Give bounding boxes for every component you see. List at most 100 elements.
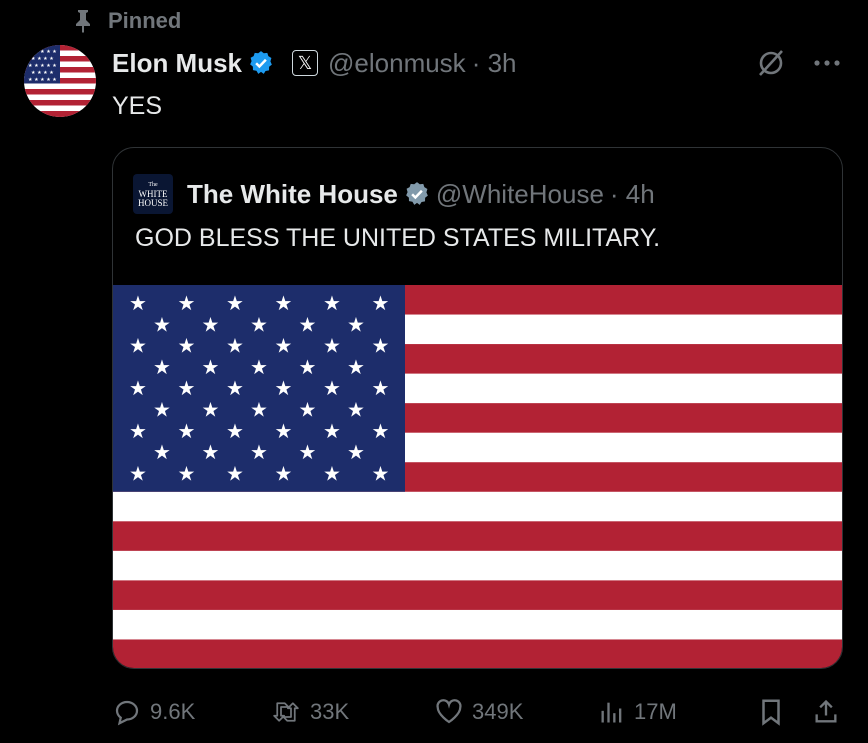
flag-star: ★ (250, 398, 268, 422)
flag-star: ★ (275, 419, 293, 443)
flag-star: ★ (226, 334, 244, 358)
flag-star: ★ (250, 440, 268, 464)
flag-star: ★ (372, 419, 390, 443)
flag-star: ★ (178, 419, 196, 443)
flag-star: ★ (153, 440, 171, 464)
share-button[interactable] (812, 692, 840, 732)
flag-star: ★ (323, 461, 341, 485)
svg-text:★ ★ ★ ★ ★: ★ ★ ★ ★ ★ (28, 49, 57, 55)
flag-star: ★ (275, 376, 293, 400)
x-affiliate-badge-icon[interactable]: 𝕏 (292, 50, 319, 76)
view-count: 17M (634, 699, 677, 724)
quoted-author-handle[interactable]: @WhiteHouse (436, 179, 604, 210)
flag-star: ★ (129, 419, 147, 443)
flag-star: ★ (299, 312, 317, 336)
like-button[interactable]: 349K (434, 692, 523, 732)
flag-star: ★ (323, 334, 341, 358)
flag-star: ★ (129, 334, 147, 358)
quoted-tweet[interactable]: The WHITE HOUSE The White House @WhiteHo… (112, 147, 843, 669)
quoted-tweet-time[interactable]: · 4h (610, 179, 655, 210)
flag-star: ★ (347, 312, 365, 336)
avatar[interactable]: ★ ★ ★ ★ ★ ★ ★ ★ ★ ★ ★ ★ ★ ★ ★ ★ ★ ★ ★ ★ ★ ★… (24, 45, 96, 117)
flag-stripe (113, 609, 842, 640)
flag-star: ★ (129, 291, 147, 315)
logo-line: HOUSE (137, 197, 168, 208)
views-button[interactable]: 17M (598, 692, 677, 732)
bookmark-icon (762, 699, 780, 726)
flag-star: ★ (178, 291, 196, 315)
reply-button[interactable]: 9.6K (112, 692, 195, 732)
flag-star: ★ (299, 398, 317, 422)
verified-badge-icon[interactable] (404, 181, 430, 207)
flag-star: ★ (347, 440, 365, 464)
flag-star: ★ (275, 334, 293, 358)
tweet-top-actions (756, 48, 840, 78)
author-name[interactable]: Elon Musk (112, 48, 242, 79)
pinned-indicator: Pinned (72, 8, 181, 34)
verified-badge-icon[interactable] (248, 50, 274, 76)
flag-star: ★ (129, 376, 147, 400)
flag-star: ★ (299, 440, 317, 464)
flag-star: ★ (372, 291, 390, 315)
flag-stripe (113, 491, 842, 522)
quoted-tweet-header: The WHITE HOUSE The White House @WhiteHo… (133, 174, 655, 214)
share-icon (815, 699, 837, 723)
flag-star: ★ (323, 291, 341, 315)
flag-star: ★ (153, 312, 171, 336)
quoted-tweet-text: GOD BLESS THE UNITED STATES MILITARY. (135, 224, 661, 252)
heart-icon (436, 699, 462, 724)
flag-star: ★ (178, 461, 196, 485)
flag-stripe (113, 639, 842, 668)
flag-star: ★ (250, 312, 268, 336)
avatar-flag-image: ★ ★ ★ ★ ★★ ★ ★ ★ ★ ★ ★ ★ ★★ ★ ★ ★★ ★ ★ ★… (24, 45, 96, 117)
flag-star: ★ (226, 291, 244, 315)
flag-star: ★ (226, 419, 244, 443)
flag-star: ★ (347, 398, 365, 422)
flag-star: ★ (202, 312, 220, 336)
tweet-header: Elon Musk 𝕏 @elonmusk · 3h (112, 44, 517, 82)
action-bar: 9.6K 33K 349K 17M (112, 692, 842, 732)
flag-star: ★ (275, 461, 293, 485)
flag-star: ★ (178, 376, 196, 400)
flag-stripe (113, 580, 842, 611)
flag-stripe (113, 550, 842, 581)
grok-icon[interactable] (756, 48, 786, 78)
quoted-author-name[interactable]: The White House (187, 179, 398, 210)
reply-count: 9.6K (150, 699, 196, 724)
flag-star: ★ (202, 440, 220, 464)
flag-star: ★ (347, 355, 365, 379)
pinned-label: Pinned (108, 8, 182, 33)
pin-icon (76, 10, 90, 33)
flag-star: ★ (202, 398, 220, 422)
flag-star: ★ (226, 461, 244, 485)
reply-icon (115, 700, 139, 726)
flag-star: ★ (178, 334, 196, 358)
american-flag-image: ★ ★ ★ ★ ★ ★★ ★ ★ ★ ★★ ★ ★ ★ ★ ★★ ★ ★ ★ ★★ ★ ★ ★ ★ ★★ ★ ★ ★ ★★ ★ ★ ★ ★ ★★… (113, 285, 842, 668)
flag-star: ★ (372, 376, 390, 400)
flag-star: ★ (226, 376, 244, 400)
flag-star: ★ (153, 355, 171, 379)
flag-star: ★ (202, 355, 220, 379)
tweet-text: YES (112, 92, 163, 120)
flag-star: ★ (299, 355, 317, 379)
bookmark-button[interactable] (758, 692, 784, 732)
repost-button[interactable]: 33K (270, 692, 349, 732)
svg-text:★ ★ ★ ★: ★ ★ ★ ★ (31, 56, 54, 62)
flag-star: ★ (129, 461, 147, 485)
svg-text:★ ★ ★ ★ ★: ★ ★ ★ ★ ★ (28, 63, 57, 69)
flag-star: ★ (323, 419, 341, 443)
flag-star: ★ (153, 398, 171, 422)
like-count: 349K (472, 699, 524, 724)
tweet-time[interactable]: · 3h (472, 48, 517, 79)
flag-star: ★ (250, 355, 268, 379)
repost-count: 33K (310, 699, 350, 724)
svg-text:★ ★ ★ ★ ★: ★ ★ ★ ★ ★ (28, 77, 57, 83)
author-handle[interactable]: @elonmusk (328, 48, 466, 79)
white-house-logo[interactable]: The WHITE HOUSE (133, 174, 173, 214)
quoted-tweet-image[interactable]: ★ ★ ★ ★ ★ ★ ★ ★ ★ ★ ★ ★ ★ ★ ★ ★ ★ ★ ★ ★ ★ ★ ★ ★ ★ ★ ★ ★ ★ ★ ★ ★ ★ ★ ★ ★ ★ ★ ★ ★… (113, 285, 842, 668)
flag-star: ★ (275, 291, 293, 315)
repost-icon (273, 702, 299, 722)
flag-star: ★ (323, 376, 341, 400)
analytics-icon (601, 702, 622, 723)
more-options-icon[interactable] (814, 59, 840, 67)
